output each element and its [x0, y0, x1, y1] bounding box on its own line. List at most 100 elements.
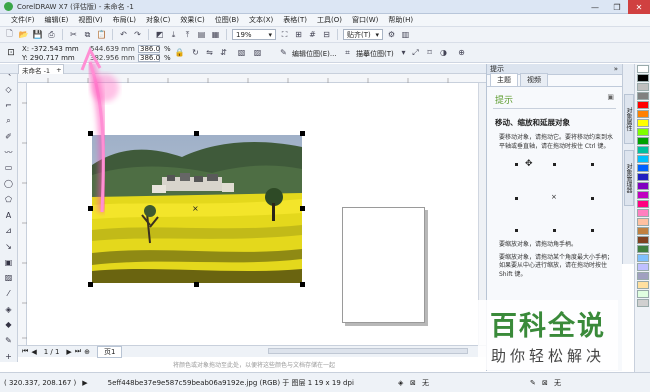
color-swatch[interactable]: [637, 299, 649, 307]
tab-videos[interactable]: 视频: [520, 73, 548, 86]
page-tab[interactable]: 页1: [97, 345, 123, 358]
export-icon[interactable]: ⤒: [182, 29, 193, 40]
publish-pdf-icon[interactable]: ▤: [196, 29, 207, 40]
color-swatch[interactable]: [637, 110, 649, 118]
mirror-horizontal-icon[interactable]: ⇋: [204, 47, 215, 58]
snap-to-dropdown[interactable]: 贴齐(T) ▾: [343, 29, 383, 40]
rulers-icon[interactable]: ⊞: [293, 29, 304, 40]
first-page-icon[interactable]: ⏮: [22, 347, 28, 356]
rotate-icon[interactable]: ↻: [190, 47, 201, 58]
paste-icon[interactable]: 📋: [96, 29, 107, 40]
color-swatch[interactable]: [637, 65, 649, 73]
edit-bitmap-button[interactable]: 编辑位图(E)...: [292, 49, 337, 59]
menu-file[interactable]: 文件(F): [6, 15, 40, 25]
shape-tool-icon[interactable]: ◇: [3, 84, 15, 96]
selection-handle[interactable]: [194, 282, 199, 287]
trace-bitmap-button[interactable]: 描摹位图(T): [356, 49, 394, 59]
new-document-icon[interactable]: 🗋: [4, 29, 15, 40]
color-swatch[interactable]: [637, 218, 649, 226]
undo-icon[interactable]: ↶: [118, 29, 129, 40]
color-swatch[interactable]: [637, 281, 649, 289]
color-swatch[interactable]: [637, 155, 649, 163]
zoom-tool-icon[interactable]: ⌕: [3, 115, 15, 127]
color-swatch[interactable]: [637, 236, 649, 244]
open-icon[interactable]: 📂: [18, 29, 29, 40]
import-icon[interactable]: ⤓: [168, 29, 179, 40]
save-icon[interactable]: 💾: [32, 29, 43, 40]
bitmap-icon[interactable]: ▨: [252, 47, 263, 58]
color-swatch[interactable]: [637, 164, 649, 172]
print-icon[interactable]: ⎙: [46, 29, 57, 40]
document-tab[interactable]: 未命名 -1 +: [18, 64, 64, 75]
menu-layout[interactable]: 布局(L): [108, 15, 141, 25]
artistic-media-icon[interactable]: 〰: [3, 146, 15, 158]
outline-icon[interactable]: ✎: [530, 379, 536, 387]
parallel-dimension-icon[interactable]: ⊿: [3, 225, 15, 237]
menu-tools[interactable]: 工具(O): [312, 15, 347, 25]
color-swatch[interactable]: [637, 74, 649, 82]
resample-icon[interactable]: ⤢: [410, 47, 421, 58]
mirror-vertical-icon[interactable]: ⇵: [218, 47, 229, 58]
menu-text[interactable]: 文本(X): [244, 15, 278, 25]
full-screen-icon[interactable]: ⛶: [279, 29, 290, 40]
crop-icon[interactable]: ⌑: [424, 47, 435, 58]
menu-object[interactable]: 对象(C): [141, 15, 175, 25]
rectangle-tool-icon[interactable]: ▭: [3, 162, 15, 174]
cut-icon[interactable]: ✂: [68, 29, 79, 40]
copy-icon[interactable]: ⧉: [82, 29, 93, 40]
document-page[interactable]: [342, 207, 425, 323]
vertical-ruler[interactable]: [18, 83, 27, 345]
selection-handle[interactable]: [300, 282, 305, 287]
menu-window[interactable]: 窗口(W): [347, 15, 383, 25]
color-swatch[interactable]: [637, 101, 649, 109]
help-icon[interactable]: ▣: [607, 93, 614, 106]
polygon-tool-icon[interactable]: ⬠: [3, 194, 15, 206]
text-tool-icon[interactable]: A: [3, 209, 15, 221]
color-swatch[interactable]: [637, 146, 649, 154]
edit-bitmap-icon[interactable]: ✎: [278, 47, 289, 58]
selection-handle[interactable]: [300, 206, 305, 211]
color-swatch[interactable]: [637, 119, 649, 127]
connector-tool-icon[interactable]: ↘: [3, 241, 15, 253]
ellipse-tool-icon[interactable]: ◯: [3, 178, 15, 190]
transparency-icon[interactable]: ◑: [438, 47, 449, 58]
quick-customize-icon[interactable]: ⊕: [456, 47, 467, 58]
selection-handle[interactable]: [88, 282, 93, 287]
redo-icon[interactable]: ↷: [132, 29, 143, 40]
prev-page-icon[interactable]: ◀: [31, 348, 36, 356]
selection-handle[interactable]: [194, 131, 199, 136]
smart-fill-icon[interactable]: ◆: [3, 319, 15, 331]
app-launcher-icon[interactable]: ▦: [210, 29, 221, 40]
color-swatch[interactable]: [637, 173, 649, 181]
trace-bitmap-icon[interactable]: ⌗: [342, 47, 353, 58]
side-tab-object-properties[interactable]: 对象属性: [624, 94, 634, 144]
color-swatch[interactable]: [637, 254, 649, 262]
fill-icon[interactable]: ◈: [398, 379, 403, 387]
menu-bitmaps[interactable]: 位图(B): [210, 15, 244, 25]
selection-handle[interactable]: [300, 131, 305, 136]
menu-table[interactable]: 表格(T): [278, 15, 312, 25]
transparency-tool-icon[interactable]: ▨: [3, 272, 15, 284]
color-swatch[interactable]: [637, 263, 649, 271]
search-content-icon[interactable]: ◩: [154, 29, 165, 40]
tab-topics[interactable]: 主题: [490, 73, 518, 86]
guidelines-icon[interactable]: ⊟: [321, 29, 332, 40]
freehand-tool-icon[interactable]: ✐: [3, 131, 15, 143]
color-swatch[interactable]: [637, 200, 649, 208]
color-swatch[interactable]: [637, 227, 649, 235]
menu-view[interactable]: 视图(V): [73, 15, 107, 25]
horizontal-scrollbar[interactable]: [268, 348, 468, 354]
play-icon[interactable]: ▶: [82, 379, 87, 387]
drop-shadow-icon[interactable]: ▣: [3, 256, 15, 268]
color-swatch[interactable]: [637, 182, 649, 190]
wrap-text-icon[interactable]: ▧: [236, 47, 247, 58]
color-swatch[interactable]: [637, 245, 649, 253]
zoom-level-dropdown[interactable]: 19% ▾: [232, 29, 276, 40]
color-swatch[interactable]: [637, 209, 649, 217]
launch-icon[interactable]: ▥: [400, 29, 411, 40]
color-swatch[interactable]: [637, 191, 649, 199]
color-swatch[interactable]: [637, 290, 649, 298]
lock-ratio-icon[interactable]: 🔒: [174, 47, 185, 58]
color-swatch[interactable]: [637, 137, 649, 145]
options-icon[interactable]: ⚙: [386, 29, 397, 40]
